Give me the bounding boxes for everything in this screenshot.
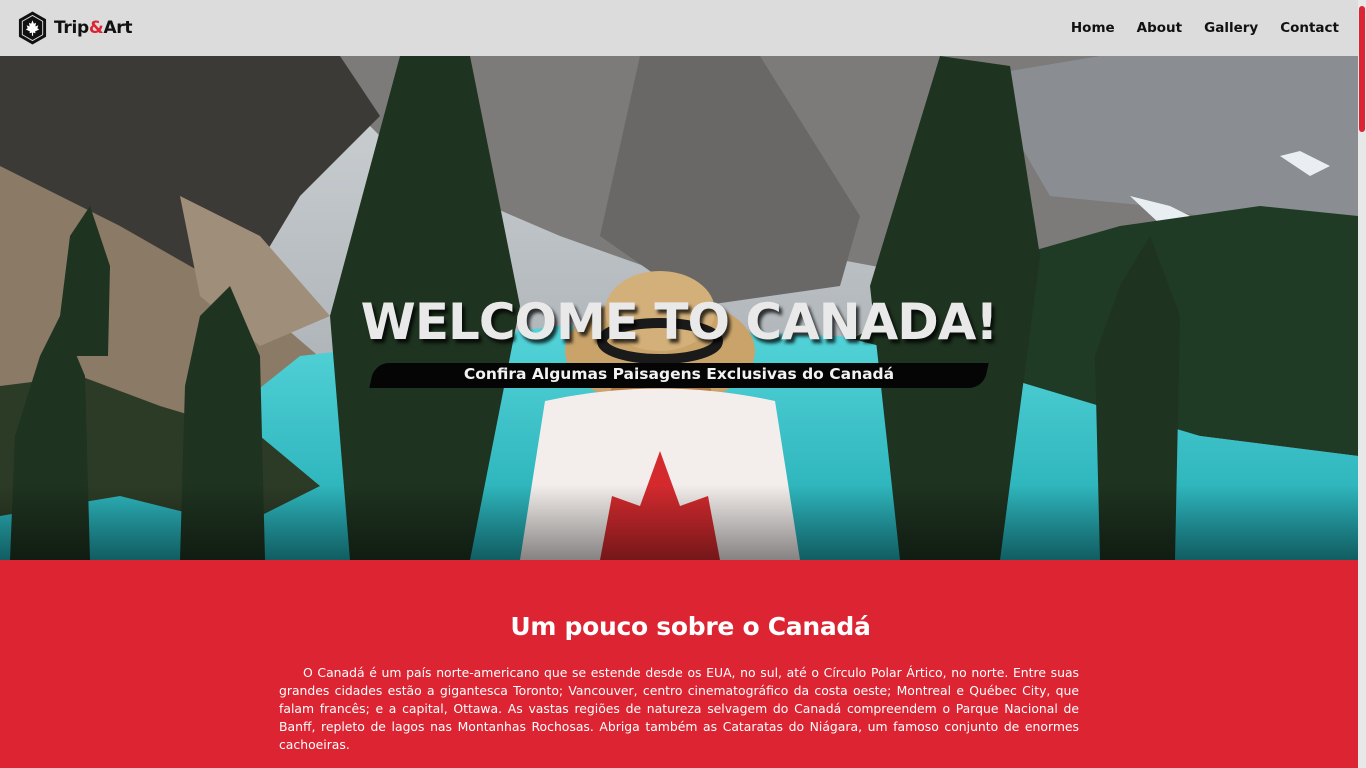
nav-link-home[interactable]: Home (1071, 20, 1115, 36)
nav-links: Home About Gallery Contact (1071, 20, 1339, 36)
hero-title: WELCOME TO CANADA! (360, 293, 999, 351)
scrollbar-thumb[interactable] (1359, 6, 1365, 132)
hero-section: WELCOME TO CANADA! Confira Algumas Paisa… (0, 56, 1358, 560)
hero-subtitle: Confira Algumas Paisagens Exclusivas do … (463, 365, 895, 383)
brand[interactable]: Trip&Art (17, 10, 133, 46)
navbar: Trip&Art Home About Gallery Contact (0, 0, 1366, 56)
scrollbar[interactable] (1358, 0, 1366, 768)
about-text: O Canadá é um país norte-americano que s… (279, 665, 1079, 752)
nav-link-contact[interactable]: Contact (1280, 20, 1339, 36)
brand-name: Trip&Art (54, 18, 133, 38)
nav-link-gallery[interactable]: Gallery (1204, 20, 1258, 36)
about-title: Um pouco sobre o Canadá (510, 612, 871, 641)
about-section: Um pouco sobre o Canadá O Canadá é um pa… (0, 560, 1358, 768)
hexagon-maple-leaf-icon (18, 11, 47, 45)
nav-link-about[interactable]: About (1137, 20, 1182, 36)
